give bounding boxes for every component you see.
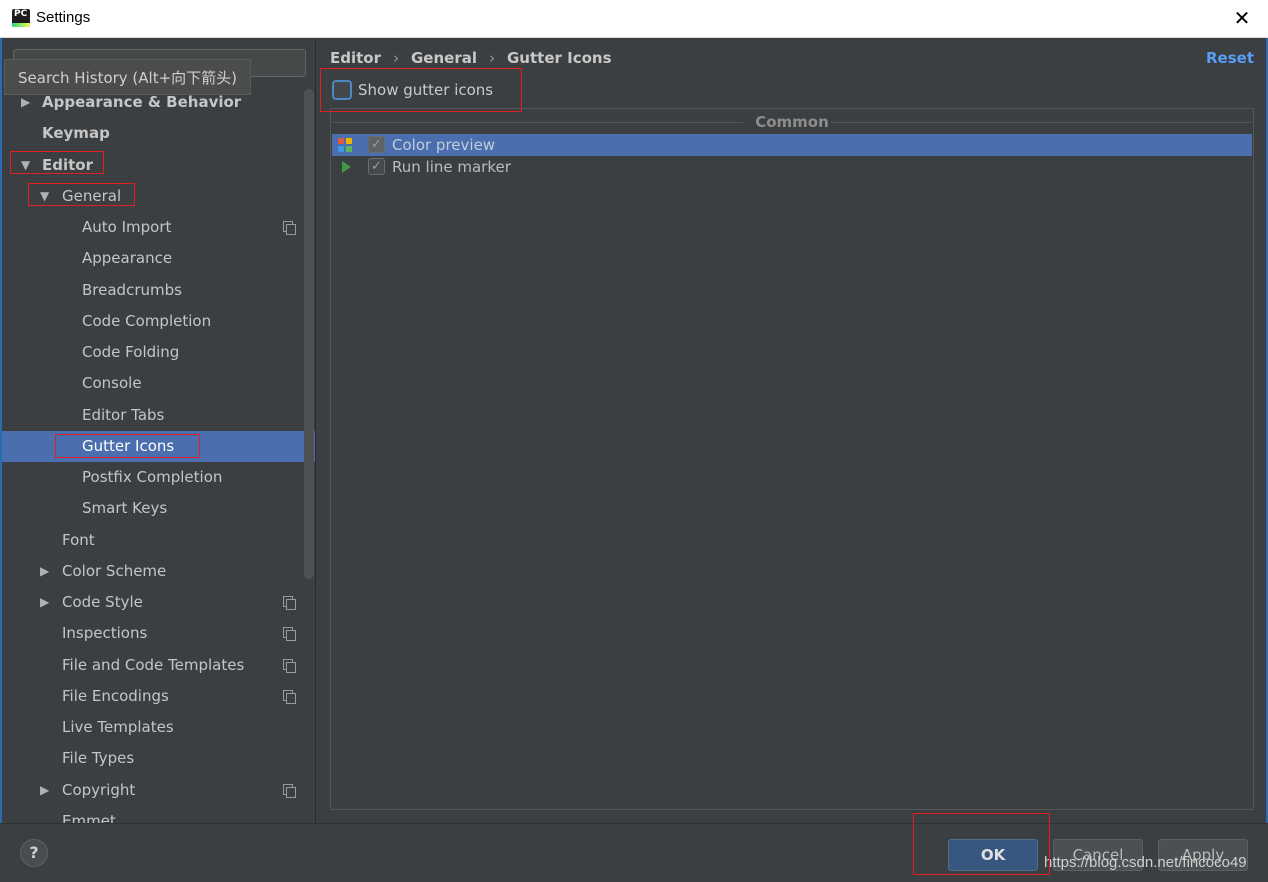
color-preview-checkbox[interactable]: ✓ <box>368 136 385 153</box>
breadcrumb-separator: › <box>393 49 399 67</box>
tree-item-label: Editor <box>42 155 93 174</box>
checkbox-unchecked[interactable] <box>332 80 352 100</box>
expanded-arrow-icon[interactable]: ▼ <box>40 181 49 212</box>
breadcrumb-item[interactable]: General <box>411 49 477 67</box>
tree-item-live-templates[interactable]: Live Templates <box>2 712 315 743</box>
project-scope-copy-icon <box>283 221 296 235</box>
tree-item-label: Code Style <box>62 593 143 611</box>
color-grid-icon <box>338 138 352 152</box>
tree-item-general[interactable]: ▼ General <box>2 181 315 212</box>
tree-item-file-types[interactable]: File Types <box>2 743 315 774</box>
tree-item-code-style[interactable]: ▶ Code Style <box>2 587 315 618</box>
project-scope-copy-icon <box>283 596 296 610</box>
window-title: Settings <box>36 9 91 26</box>
ok-button[interactable]: OK <box>948 839 1038 871</box>
help-button[interactable]: ? <box>20 839 48 867</box>
tree-item-inspections[interactable]: Inspections <box>2 618 315 649</box>
tree-item-editor-tabs[interactable]: Editor Tabs <box>2 400 315 431</box>
tree-item-code-folding[interactable]: Code Folding <box>2 337 315 368</box>
project-scope-copy-icon <box>283 783 296 798</box>
gutter-icons-panel: Common ✓ Color preview ✓ Run line marker <box>330 108 1254 810</box>
tree-item-label: Code Folding <box>82 343 180 361</box>
run-arrow-icon <box>342 161 351 173</box>
expanded-arrow-icon[interactable]: ▼ <box>21 150 30 181</box>
tree-item-label: Console <box>82 374 142 393</box>
tree-item-label: File and Code Templates <box>62 655 245 674</box>
tree-item-copyright[interactable]: ▶ Copyright <box>2 775 315 806</box>
tree-item-appearance[interactable]: Appearance <box>2 243 315 274</box>
tree-item-keymap[interactable]: Keymap <box>2 118 315 149</box>
pycharm-app-icon: PC <box>12 9 30 27</box>
list-item-run-line-marker[interactable]: ✓ Run line marker <box>332 156 1252 178</box>
tree-item-label: Gutter Icons <box>82 436 175 455</box>
tree-item-label: Font <box>62 530 95 549</box>
project-scope-copy-icon <box>283 658 296 673</box>
tree-item-label: File Encodings <box>62 686 169 705</box>
tree-item-smart-keys[interactable]: Smart Keys <box>2 493 315 524</box>
reset-link[interactable]: Reset <box>1206 49 1254 67</box>
dialog-button-bar: ? OK Cancel Apply https://blog.csdn.net/… <box>0 823 1268 882</box>
tree-scrollbar[interactable] <box>304 89 314 579</box>
tree-item-file-and-code-templates[interactable]: File and Code Templates <box>2 650 315 681</box>
settings-tree-panel: ▶ Appearance & Behavior Keymap ▼ Editor ▼ Gene… <box>2 39 316 823</box>
tree-item-label: Color Scheme <box>62 561 167 580</box>
section-title: Common <box>755 113 829 131</box>
show-gutter-icons-label: Show gutter icons <box>358 81 494 99</box>
collapsed-arrow-icon[interactable]: ▶ <box>40 556 49 587</box>
tree-item-label: Breadcrumbs <box>82 280 182 299</box>
tree-item-code-completion[interactable]: Code Completion <box>2 306 315 337</box>
tree-item-label: Appearance <box>82 249 173 268</box>
breadcrumb: Editor › General › Gutter Icons <box>330 49 612 67</box>
tree-item-label: Smart Keys <box>82 499 168 518</box>
close-icon[interactable]: ✕ <box>1230 6 1254 30</box>
breadcrumb-item-current: Gutter Icons <box>507 49 612 67</box>
tree-item-label: Emmet <box>62 811 116 823</box>
tree-item-label: Code Completion <box>82 311 212 330</box>
run-line-marker-label: Run line marker <box>392 158 511 176</box>
tree-item-label: Keymap <box>42 124 110 143</box>
tree-item-label: File Types <box>62 749 135 768</box>
tree-item-label: Live Templates <box>62 718 174 736</box>
breadcrumb-separator: › <box>489 49 495 67</box>
tree-item-label: Copyright <box>62 780 136 799</box>
tree-item-label: Editor Tabs <box>82 405 165 424</box>
tree-item-font[interactable]: Font <box>2 525 315 556</box>
window-title-bar: PC Settings ✕ <box>0 0 1268 38</box>
tree-item-breadcrumbs[interactable]: Breadcrumbs <box>2 275 315 306</box>
tree-item-label: Postfix Completion <box>82 468 223 486</box>
project-scope-copy-icon <box>283 689 296 704</box>
watermark-text: https://blog.csdn.net/fincoco49 <box>1044 854 1247 871</box>
collapsed-arrow-icon[interactable]: ▶ <box>40 587 49 618</box>
run-line-marker-checkbox[interactable]: ✓ <box>368 158 385 175</box>
tree-item-label: Inspections <box>62 624 148 643</box>
tree-item-emmet[interactable]: Emmet <box>2 806 315 823</box>
tree-item-postfix-completion[interactable]: Postfix Completion <box>2 462 315 493</box>
breadcrumb-item[interactable]: Editor <box>330 49 381 67</box>
tree-item-label: Auto Import <box>82 218 172 236</box>
tree-item-gutter-icons[interactable]: Gutter Icons <box>2 430 315 462</box>
tree-item-label: General <box>62 186 122 205</box>
collapsed-arrow-icon[interactable]: ▶ <box>40 775 49 806</box>
list-item-color-preview[interactable]: ✓ Color preview <box>332 134 1252 156</box>
tree-item-console[interactable]: Console <box>2 368 315 399</box>
tree-item-file-encodings[interactable]: File Encodings <box>2 681 315 712</box>
tree-item-auto-import[interactable]: Auto Import <box>2 212 315 243</box>
project-scope-copy-icon <box>283 627 296 642</box>
tree-item-editor[interactable]: ▼ Editor <box>2 150 315 181</box>
search-history-tooltip: Search History (Alt+向下箭头) <box>4 59 252 95</box>
tree-item-color-scheme[interactable]: ▶ Color Scheme <box>2 556 315 587</box>
color-preview-label: Color preview <box>392 136 496 154</box>
